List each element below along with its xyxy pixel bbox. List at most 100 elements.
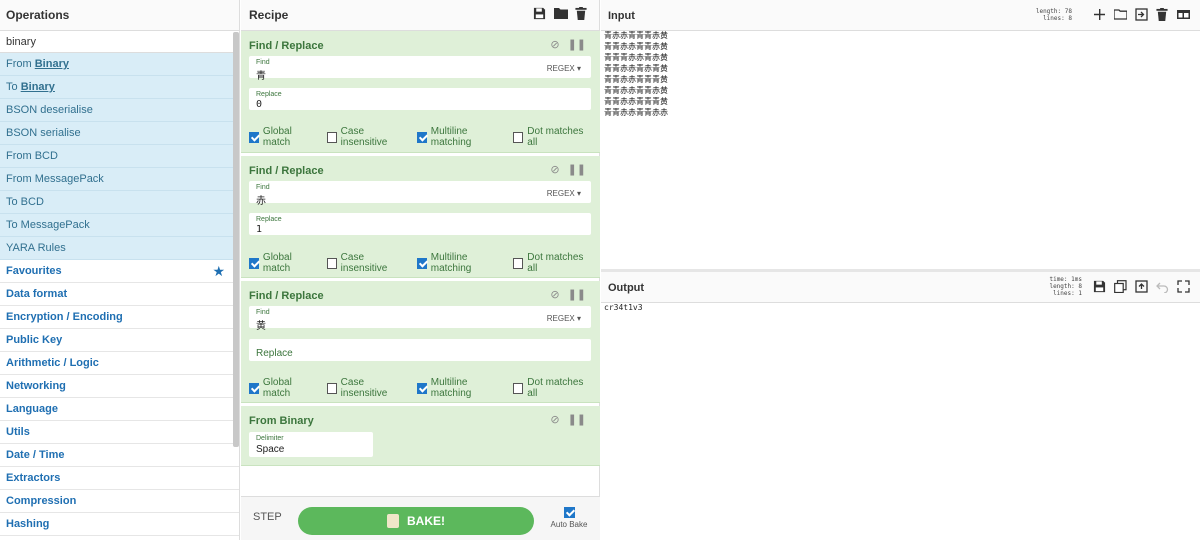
input-text[interactable]: 青赤赤青青青赤黄 青青赤赤青青赤黄 青青青赤赤青赤黄 青青赤赤青赤青黄 青青赤赤… — [604, 30, 668, 118]
replace-value: 0 — [256, 99, 263, 110]
open-folder-icon[interactable] — [1113, 8, 1128, 21]
category-favourites[interactable]: Favourites ★ — [0, 260, 239, 283]
replace-field[interactable]: Replace 0 — [249, 88, 591, 110]
save-icon[interactable] — [533, 7, 547, 21]
operations-scrollbar[interactable] — [233, 32, 239, 447]
multiline-checkbox[interactable]: Multiline matching — [416, 377, 502, 399]
replace-field[interactable]: Replace — [249, 339, 591, 361]
undo-icon[interactable] — [1156, 280, 1169, 294]
case-insensitive-checkbox[interactable]: Case insensitive — [326, 126, 405, 148]
search-result-item[interactable]: To Binary — [0, 76, 239, 99]
find-field[interactable]: Find 黄 REGEX ▾ — [249, 306, 591, 332]
recipe-op-find-replace-3[interactable]: Find / Replace ⊘ ❚❚ Find 黄 REGEX ▾ Repla… — [241, 281, 600, 403]
category-arithmetic-logic[interactable]: Arithmetic / Logic — [0, 352, 239, 375]
category-hashing[interactable]: Hashing — [0, 513, 239, 536]
search-result-item[interactable]: To BCD — [0, 191, 239, 214]
op-name: From Binary — [249, 415, 314, 427]
recipe-panel: Recipe Find / Replace ⊘ ❚❚ Find 青 REGEX … — [241, 0, 600, 540]
find-field[interactable]: Find 赤 REGEX ▾ — [249, 181, 591, 207]
dot-matches-all-checkbox[interactable]: Dot matches all — [513, 377, 588, 399]
find-value: 黄 — [256, 321, 266, 332]
recipe-op-from-binary[interactable]: From Binary ⊘ ❚❚ Delimiter Space — [241, 406, 600, 466]
disable-icon[interactable]: ⊘ — [550, 413, 559, 426]
multiline-checkbox[interactable]: Multiline matching — [416, 126, 502, 148]
global-match-checkbox[interactable]: Global match — [249, 126, 315, 148]
pause-icon[interactable]: ❚❚ — [568, 413, 586, 426]
recipe-op-find-replace-1[interactable]: Find / Replace ⊘ ❚❚ Find 青 REGEX ▾ Repla… — [241, 31, 600, 153]
global-match-checkbox[interactable]: Global match — [249, 377, 315, 399]
star-icon[interactable]: ★ — [212, 260, 225, 283]
search-result-item[interactable]: From BCD — [0, 145, 239, 168]
category-encryption-encoding[interactable]: Encryption / Encoding — [0, 306, 239, 329]
find-label: Find — [256, 59, 270, 66]
find-field[interactable]: Find 青 REGEX ▾ — [249, 56, 591, 82]
multiline-checkbox[interactable]: Multiline matching — [416, 252, 502, 274]
search-input[interactable] — [6, 36, 206, 48]
replace-input-icon[interactable] — [1135, 280, 1148, 293]
trash-icon[interactable] — [575, 7, 589, 21]
category-language[interactable]: Language — [0, 398, 239, 421]
layout-icon[interactable] — [1177, 8, 1190, 21]
replace-value: 1 — [256, 224, 263, 235]
search-result-item[interactable]: YARA Rules — [0, 237, 239, 260]
input-header: Input length: 78 lines: 8 — [601, 0, 1200, 31]
folder-icon[interactable] — [554, 7, 568, 21]
replace-label: Replace — [256, 216, 282, 223]
operations-panel: Operations From BinaryTo BinaryBSON dese… — [0, 0, 240, 540]
input-stats: length: 78 lines: 8 — [1035, 8, 1072, 22]
category-extractors[interactable]: Extractors — [0, 467, 239, 490]
category-data-format[interactable]: Data format — [0, 283, 239, 306]
search-result-item[interactable]: From Binary — [0, 53, 239, 76]
op-name: Find / Replace — [249, 165, 324, 177]
auto-bake-checkbox[interactable]: Auto Bake — [549, 507, 589, 529]
open-file-icon[interactable] — [1135, 8, 1148, 21]
category-networking[interactable]: Networking — [0, 375, 239, 398]
dot-matches-all-checkbox[interactable]: Dot matches all — [513, 252, 588, 274]
pause-icon[interactable]: ❚❚ — [568, 38, 586, 51]
search-result-item[interactable]: From MessagePack — [0, 168, 239, 191]
op-name: Find / Replace — [249, 290, 324, 302]
regex-dropdown[interactable]: REGEX ▾ — [547, 64, 581, 73]
disable-icon[interactable]: ⊘ — [550, 163, 559, 176]
find-value: 青 — [256, 71, 266, 82]
replace-field[interactable]: Replace 1 — [249, 213, 591, 235]
add-tab-icon[interactable] — [1093, 8, 1106, 21]
options-row: Global match Case insensitive Multiline … — [249, 126, 600, 148]
recipe-op-find-replace-2[interactable]: Find / Replace ⊘ ❚❚ Find 赤 REGEX ▾ Repla… — [241, 156, 600, 278]
category-date-time[interactable]: Date / Time — [0, 444, 239, 467]
bake-button[interactable]: BAKE! — [298, 507, 534, 535]
pause-icon[interactable]: ❚❚ — [568, 288, 586, 301]
input-title: Input — [608, 10, 635, 22]
category-compression[interactable]: Compression — [0, 490, 239, 513]
maximise-icon[interactable] — [1177, 280, 1190, 293]
bake-label: BAKE! — [407, 514, 445, 528]
case-insensitive-checkbox[interactable]: Case insensitive — [326, 377, 405, 399]
replace-placeholder: Replace — [256, 348, 293, 359]
case-insensitive-checkbox[interactable]: Case insensitive — [326, 252, 405, 274]
disable-icon[interactable]: ⊘ — [550, 38, 559, 51]
options-row: Global match Case insensitive Multiline … — [249, 377, 600, 399]
search-result-item[interactable]: BSON deserialise — [0, 99, 239, 122]
regex-dropdown[interactable]: REGEX ▾ — [547, 189, 581, 198]
dot-matches-all-checkbox[interactable]: Dot matches all — [513, 126, 588, 148]
search-box[interactable] — [0, 31, 239, 53]
find-label: Find — [256, 184, 270, 191]
output-header: Output time: 1ms length: 8 lines: 1 — [601, 272, 1200, 303]
io-panel: Input length: 78 lines: 8 青赤赤青青青赤黄 青青赤赤青… — [601, 0, 1200, 540]
bake-bar: STEP BAKE! Auto Bake — [241, 496, 600, 540]
disable-icon[interactable]: ⊘ — [550, 288, 559, 301]
save-output-icon[interactable] — [1093, 280, 1106, 293]
pause-icon[interactable]: ❚❚ — [568, 163, 586, 176]
copy-icon[interactable] — [1114, 280, 1127, 294]
search-result-item[interactable]: BSON serialise — [0, 122, 239, 145]
global-match-checkbox[interactable]: Global match — [249, 252, 315, 274]
output-text[interactable]: cr34t1v3 — [604, 302, 643, 313]
regex-dropdown[interactable]: REGEX ▾ — [547, 314, 581, 323]
clear-input-icon[interactable] — [1156, 8, 1169, 21]
category-utils[interactable]: Utils — [0, 421, 239, 444]
delimiter-field[interactable]: Delimiter Space — [249, 432, 373, 457]
step-button[interactable]: STEP — [253, 511, 282, 523]
category-public-key[interactable]: Public Key — [0, 329, 239, 352]
search-result-item[interactable]: To MessagePack — [0, 214, 239, 237]
search-results: From Binary To Binary BSON deserialise BSON… — [0, 53, 239, 260]
